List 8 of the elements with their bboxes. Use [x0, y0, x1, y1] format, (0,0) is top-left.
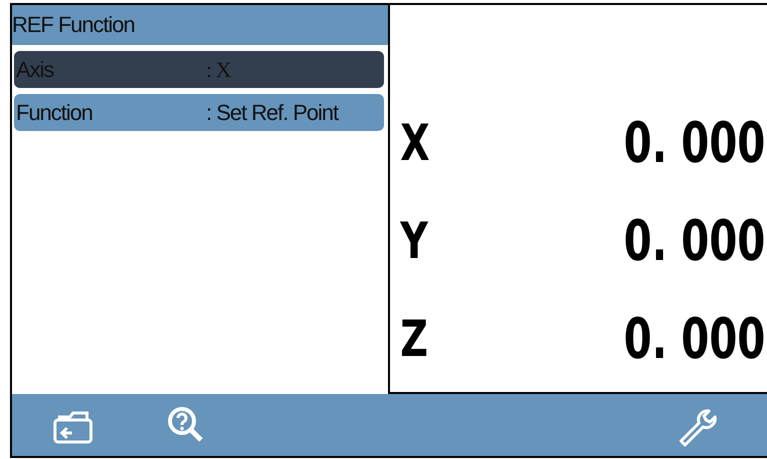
axis-value: 0. 000: [624, 208, 766, 274]
axis-value: 0. 000: [624, 110, 766, 176]
axis-value: 0. 000: [624, 306, 766, 372]
panel-title: REF Function: [12, 5, 388, 45]
axis-label: Y: [399, 212, 428, 270]
axis-label: Z: [399, 310, 428, 368]
menu-row[interactable]: Function : Set Ref. Point: [14, 94, 384, 131]
axis-label: X: [399, 114, 430, 172]
